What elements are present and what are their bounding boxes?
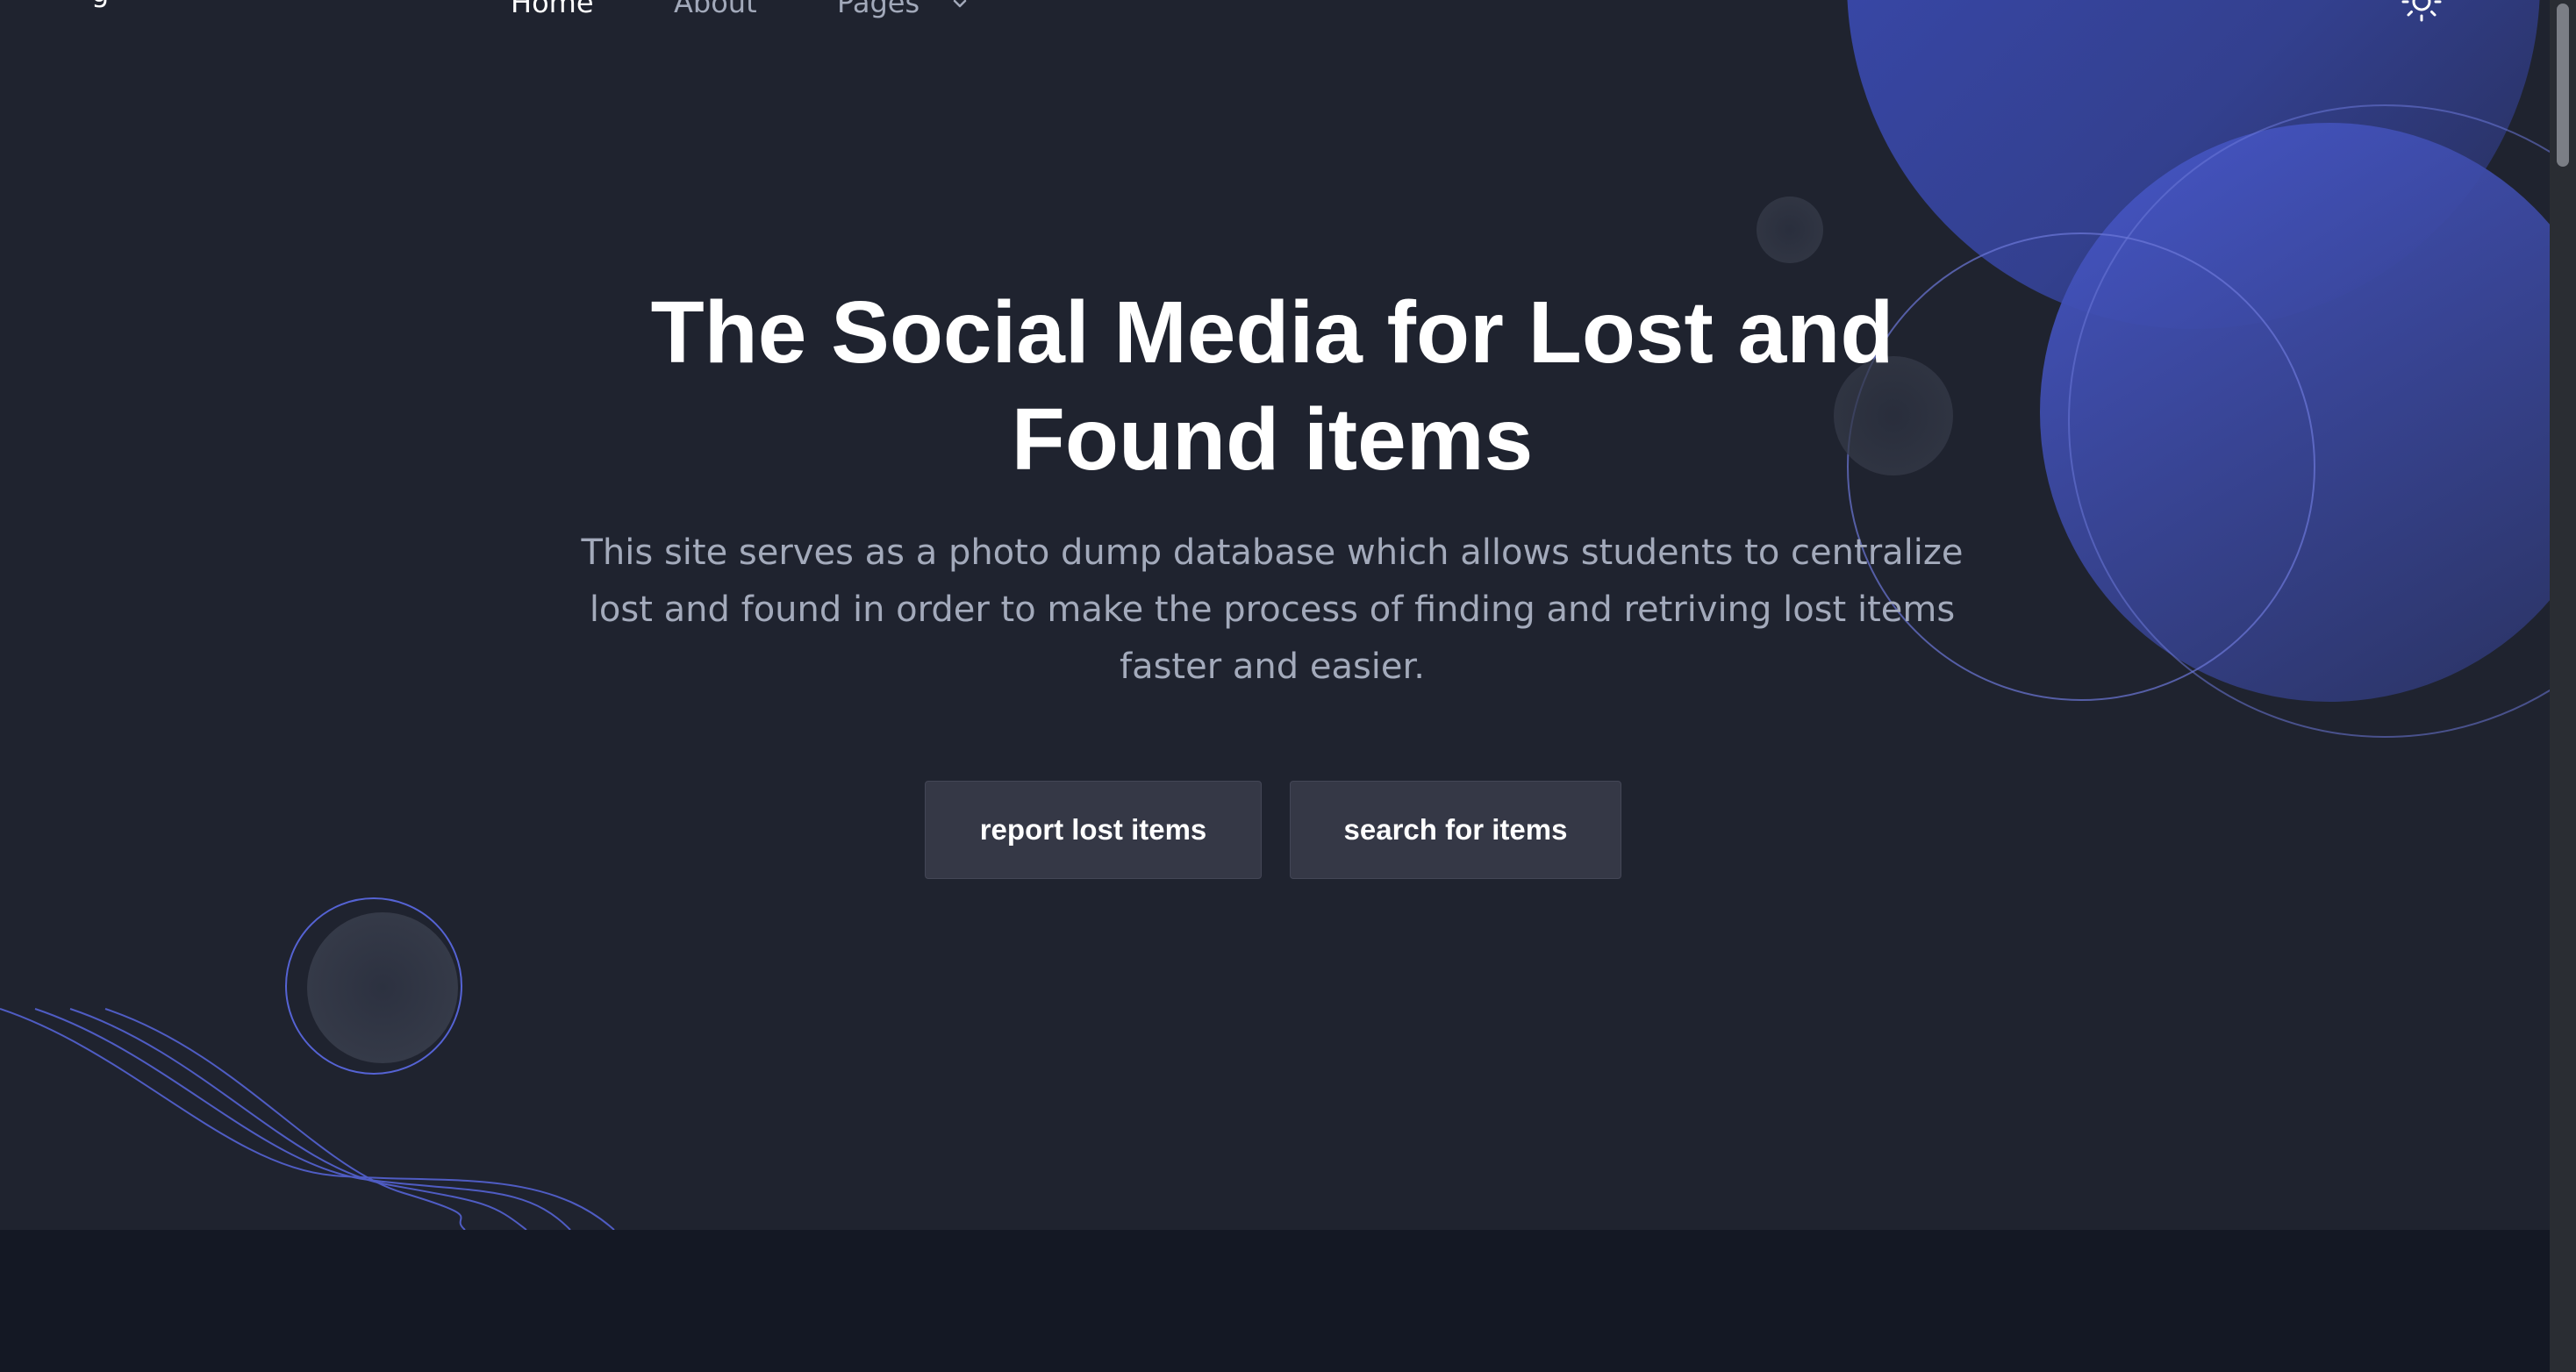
hero-description: This site serves as a photo dump databas… <box>581 532 1964 687</box>
hero-section: g Home About Pages The Social Media for … <box>0 0 2550 1230</box>
page: g Home About Pages The Social Media for … <box>0 0 2576 1372</box>
chevron-down-icon[interactable] <box>951 0 969 12</box>
sun-icon[interactable] <box>2401 0 2443 23</box>
nav-pages[interactable]: Pages <box>837 0 919 19</box>
search-for-items-button[interactable]: search for items <box>1290 781 1621 879</box>
decor-dot-small <box>1757 197 1823 263</box>
report-lost-items-button[interactable]: report lost items <box>925 781 1262 879</box>
next-section <box>0 1230 2550 1372</box>
nav-home[interactable]: Home <box>511 0 594 19</box>
decor-dot-bottom-left <box>307 912 458 1063</box>
scrollbar-thumb[interactable] <box>2557 4 2569 167</box>
scrollbar[interactable] <box>2550 0 2576 1372</box>
nav-about[interactable]: About <box>674 0 757 19</box>
brand-logo[interactable]: g <box>91 0 109 9</box>
hero-title: The Social Media for Lost and Found item… <box>650 283 1894 489</box>
